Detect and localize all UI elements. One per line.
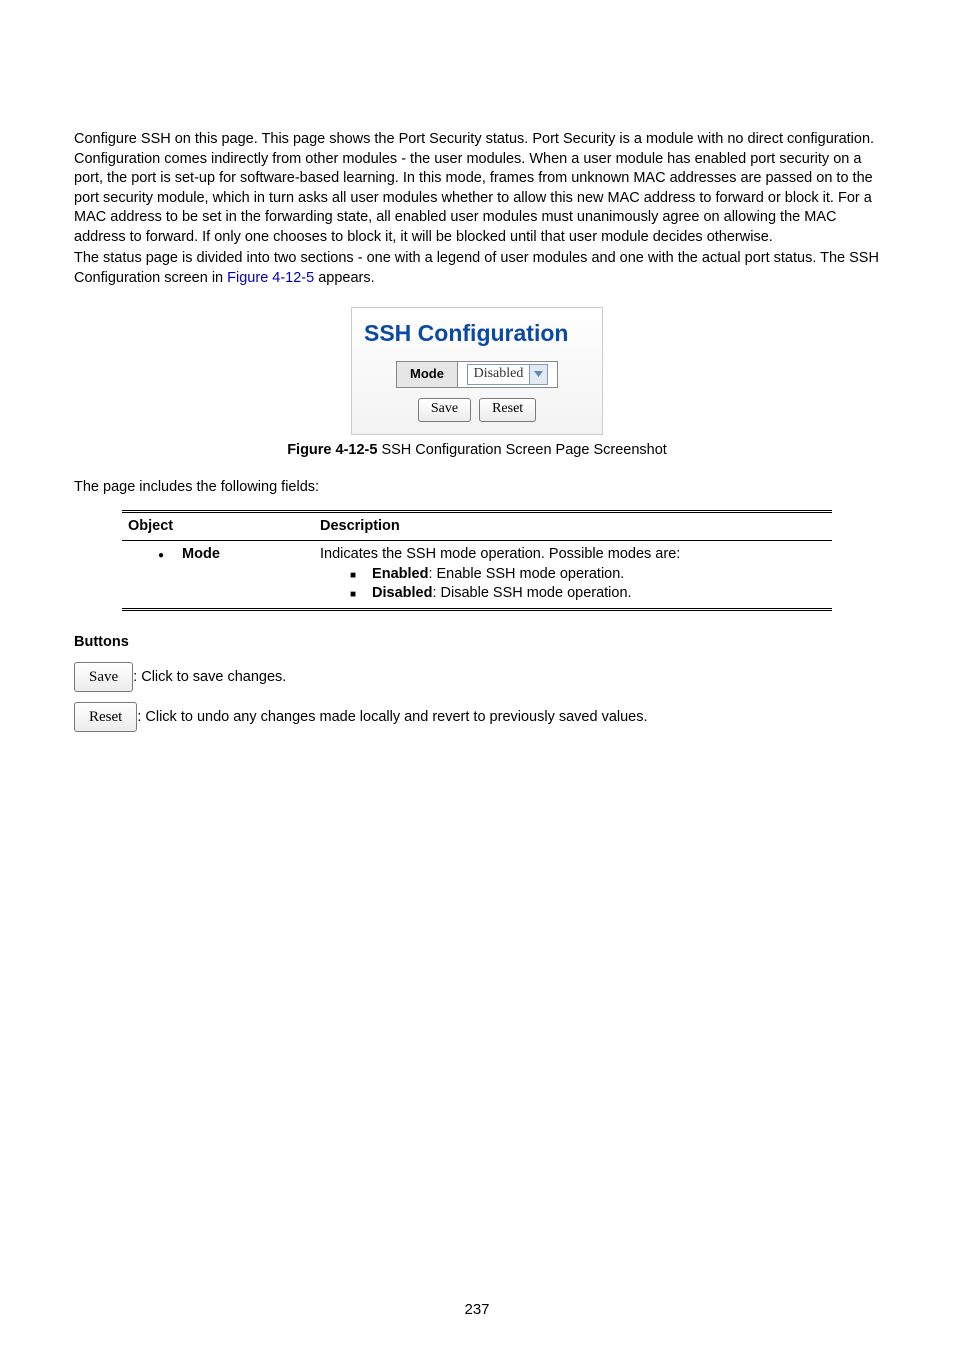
description-cell: Indicates the SSH mode operation. Possib… bbox=[314, 541, 832, 610]
header-description: Description bbox=[314, 511, 832, 541]
desc-enabled: ■Enabled: Enable SSH mode operation. bbox=[320, 565, 826, 585]
object-cell: ●Mode bbox=[122, 541, 314, 610]
fields-intro: The page includes the following fields: bbox=[74, 478, 880, 498]
desc-disabled: ■Disabled: Disable SSH mode operation. bbox=[320, 584, 826, 604]
reset-button[interactable]: Reset bbox=[74, 702, 137, 732]
fields-table: Object Description ●Mode Indicates the S… bbox=[122, 510, 832, 611]
page-number: 237 bbox=[0, 1300, 954, 1320]
save-text: : Click to save changes. bbox=[133, 665, 286, 689]
ssh-card: SSH Configuration Mode Disabled Save Res… bbox=[351, 307, 603, 435]
figure-caption-ref: Figure 4-12-5 bbox=[287, 442, 377, 458]
card-button-row: Save Reset bbox=[362, 398, 592, 422]
status-post: appears. bbox=[314, 270, 374, 286]
desc-main: Indicates the SSH mode operation. Possib… bbox=[320, 545, 826, 565]
figure-caption-text: SSH Configuration Screen Page Screenshot bbox=[377, 442, 666, 458]
intro-paragraph: Configure SSH on this page. This page sh… bbox=[74, 130, 880, 247]
status-paragraph: The status page is divided into two sect… bbox=[74, 249, 880, 288]
enabled-text: : Enable SSH mode operation. bbox=[428, 566, 624, 582]
figure-link-4-12-5[interactable]: Figure 4-12-5 bbox=[227, 270, 314, 286]
buttons-heading: Buttons bbox=[74, 633, 880, 653]
chevron-down-icon bbox=[529, 365, 547, 384]
card-save-button[interactable]: Save bbox=[418, 398, 471, 422]
mode-select[interactable]: Disabled bbox=[467, 364, 549, 385]
save-line: Save: Click to save changes. bbox=[74, 662, 880, 692]
status-pre: The status page is divided into two sect… bbox=[74, 250, 879, 286]
mode-label: Mode bbox=[397, 362, 458, 387]
mode-select-value: Disabled bbox=[468, 365, 530, 384]
table-row: ●Mode Indicates the SSH mode operation. … bbox=[122, 541, 832, 610]
disabled-key: Disabled bbox=[372, 585, 432, 601]
enabled-key: Enabled bbox=[372, 566, 428, 582]
ssh-figure: SSH Configuration Mode Disabled Save Res… bbox=[74, 307, 880, 435]
disabled-text: : Disable SSH mode operation. bbox=[432, 585, 631, 601]
mode-row: Mode Disabled bbox=[396, 361, 558, 388]
reset-text: : Click to undo any changes made locally… bbox=[137, 705, 647, 729]
ssh-card-title: SSH Configuration bbox=[362, 314, 592, 359]
save-button[interactable]: Save bbox=[74, 662, 133, 692]
figure-caption: Figure 4-12-5 SSH Configuration Screen P… bbox=[74, 441, 880, 461]
object-label: Mode bbox=[182, 546, 220, 562]
header-object: Object bbox=[122, 511, 314, 541]
table-header-row: Object Description bbox=[122, 511, 832, 541]
mode-select-cell: Disabled bbox=[458, 362, 557, 387]
card-reset-button[interactable]: Reset bbox=[479, 398, 536, 422]
reset-line: Reset: Click to undo any changes made lo… bbox=[74, 702, 880, 732]
